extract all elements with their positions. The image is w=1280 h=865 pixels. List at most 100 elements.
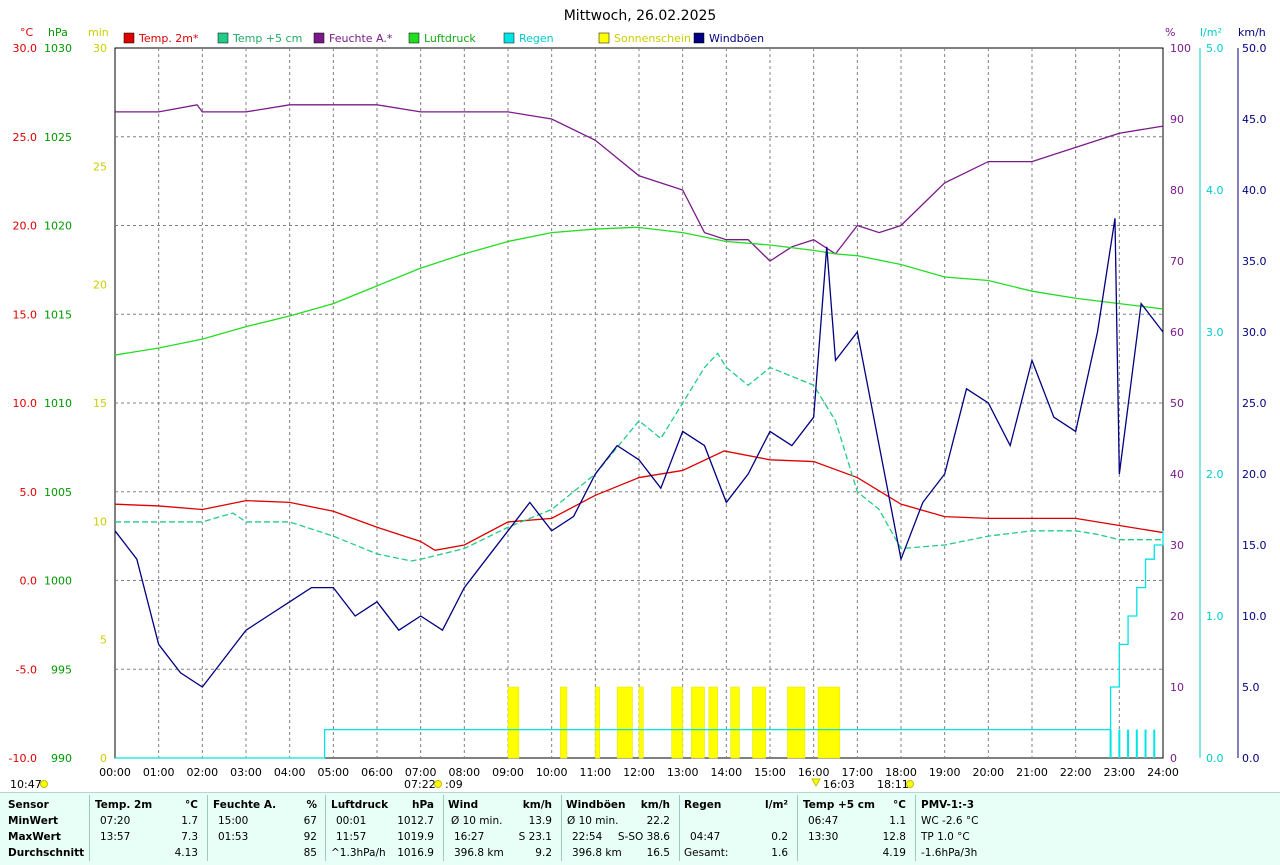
column-separator xyxy=(679,795,680,861)
tick-label-kmh: 25.0 xyxy=(1242,397,1267,410)
tick-label-pct: 70 xyxy=(1170,255,1184,268)
tick-label-kmh: 5.0 xyxy=(1242,681,1260,694)
tick-label-temp: 15.0 xyxy=(13,308,38,321)
annotation-sunrise-extra: :09 xyxy=(445,778,463,791)
tick-label-time: 23:00 xyxy=(1103,766,1135,779)
temp5cm-min-time: 06:47 xyxy=(808,815,839,827)
legend-swatch xyxy=(598,32,610,44)
annotation-1603: 16:03 xyxy=(823,778,855,791)
tick-label-min: 5 xyxy=(100,634,107,647)
tick-label-pct: 10 xyxy=(1170,681,1184,694)
tick-label-hpa: 995 xyxy=(51,663,72,676)
temp2m-max: 7.3 xyxy=(181,831,198,843)
tick-label-rain: 4.0 xyxy=(1206,184,1224,197)
summary-row-label: MinWert xyxy=(8,815,59,827)
legend-label: Feuchte A.* xyxy=(329,32,393,45)
summary-header: °C xyxy=(893,799,906,811)
column-separator xyxy=(443,795,444,861)
luftdruck-avg: 1016.9 xyxy=(397,847,434,859)
weather-chart: Mittwoch, 26.02.2025 Temp. 2m* Temp +5 cm… xyxy=(9,8,1267,791)
tick-label-time: 09:00 xyxy=(492,766,524,779)
tick-label-hpa: 1030 xyxy=(44,42,72,55)
legend-swatch xyxy=(503,32,515,44)
pmv-row-1: WC -2.6 °C xyxy=(921,815,979,827)
summary-header: km/h xyxy=(522,799,552,811)
gust-avg10: 22.2 xyxy=(646,815,670,827)
pmv-row-3: -1.6hPa/3h xyxy=(921,847,978,859)
tick-label-rain: 0.0 xyxy=(1206,752,1224,765)
legend-swatch xyxy=(693,32,705,44)
tick-label-kmh: 35.0 xyxy=(1242,255,1267,268)
wind-avg10-label: Ø 10 min. xyxy=(451,815,503,827)
tick-label-rain: 5.0 xyxy=(1206,42,1224,55)
annotation-sunrise: 07:22 xyxy=(404,778,436,791)
marker-1603-icon xyxy=(811,778,821,788)
gust-distance: 396.8 km xyxy=(572,847,622,859)
tick-label-time: 12:00 xyxy=(623,766,655,779)
axis-unit-hpa: hPa xyxy=(48,26,68,39)
tick-label-temp: 25.0 xyxy=(13,131,38,144)
legend-swatch xyxy=(123,32,135,44)
tick-label-time: 11:00 xyxy=(579,766,611,779)
column-separator xyxy=(561,795,562,861)
tick-label-time: 06:00 xyxy=(361,766,393,779)
feuchte-max: 92 xyxy=(303,831,317,843)
annotation-sunset: 18:11 xyxy=(877,778,909,791)
tick-label-time: 13:00 xyxy=(667,766,699,779)
summary-header: Luftdruck xyxy=(331,799,389,811)
tick-label-time: 24:00 xyxy=(1147,766,1179,779)
legend-label: Regen xyxy=(519,32,554,45)
luftdruck-min-time: 00:01 xyxy=(336,815,367,827)
summary-header: Temp +5 cm xyxy=(803,799,875,811)
axis-unit-min: min xyxy=(88,26,109,39)
sunshine-bar xyxy=(671,686,683,759)
temp2m-avg: 4.13 xyxy=(174,847,198,859)
tick-label-rain: 1.0 xyxy=(1206,610,1224,623)
axis-unit-kmh: km/h xyxy=(1238,26,1266,39)
tick-label-rain: 3.0 xyxy=(1206,326,1224,339)
wind-avg: 9.2 xyxy=(535,847,552,859)
column-separator xyxy=(89,795,90,861)
tick-label-pct: 100 xyxy=(1170,42,1191,55)
column-separator xyxy=(797,795,798,861)
tick-label-temp: 5.0 xyxy=(20,486,38,499)
tick-label-hpa: 1015 xyxy=(44,308,72,321)
sunshine-bar xyxy=(708,686,718,759)
sunshine-bar xyxy=(752,686,766,759)
axis-unit-rain: l/m² xyxy=(1200,26,1222,39)
temp2m-min: 1.7 xyxy=(181,815,198,827)
gust-avg: 16.5 xyxy=(646,847,670,859)
tick-label-temp: 0.0 xyxy=(20,575,38,588)
tick-label-min: 20 xyxy=(93,279,107,292)
tick-label-time: 14:00 xyxy=(710,766,742,779)
gust-avg10-label: Ø 10 min. xyxy=(567,815,619,827)
luftdruck-max: 1019.9 xyxy=(397,831,434,843)
summary-header: Temp. 2m xyxy=(95,799,153,811)
tick-label-time: 15:00 xyxy=(754,766,786,779)
temp5cm-max-time: 13:30 xyxy=(808,831,839,843)
legend-label: Luftdruck xyxy=(424,32,476,45)
temp5cm-min: 1.1 xyxy=(889,815,906,827)
summary-header: l/m² xyxy=(765,799,788,811)
summary-header: °C xyxy=(185,799,198,811)
legend-label: Temp. 2m* xyxy=(138,32,199,45)
tick-label-kmh: 10.0 xyxy=(1242,610,1267,623)
tick-label-time: 04:00 xyxy=(274,766,306,779)
tick-label-kmh: 20.0 xyxy=(1242,468,1267,481)
tick-label-kmh: 40.0 xyxy=(1242,184,1267,197)
rain-total: 1.6 xyxy=(771,847,788,859)
tick-label-pct: 50 xyxy=(1170,397,1184,410)
tick-label-min: 15 xyxy=(93,397,107,410)
summary-row-label: MaxWert xyxy=(8,831,61,843)
annotation-clock: 10:47 xyxy=(10,778,42,791)
annotations: 07:22 :09 16:03 18:11 10:47 xyxy=(10,778,914,791)
pmv-row-2: TP 1.0 °C xyxy=(921,831,970,843)
gust-max-time: 22:54 xyxy=(572,831,603,843)
tick-label-pct: 0 xyxy=(1170,752,1177,765)
tick-label-kmh: 0.0 xyxy=(1242,752,1260,765)
chart-title: Mittwoch, 26.02.2025 xyxy=(564,8,717,24)
tick-label-hpa: 990 xyxy=(51,752,72,765)
tick-label-hpa: 1000 xyxy=(44,575,72,588)
legend-label: Windböen xyxy=(709,32,764,45)
feuchte-min-time: 15:00 xyxy=(218,815,249,827)
